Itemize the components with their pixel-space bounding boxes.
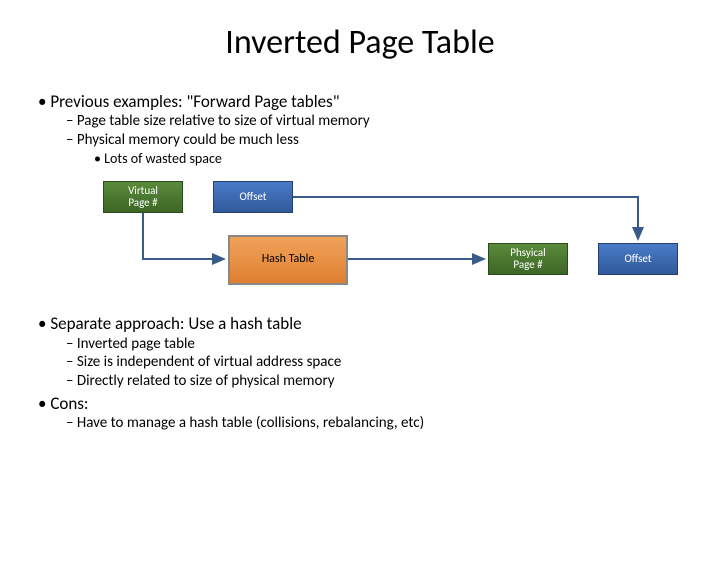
bullet-physical-related: Directly related to size of physical mem… [66,372,688,391]
box-offset-out: Offset [598,243,678,275]
diagram-container: Virtual Page # Offset Hash Table Phsyica… [38,173,688,303]
bullet-wasted-space: Lots of wasted space [94,150,688,168]
bullet-size-relative: Page table size relative to size of virt… [66,112,688,131]
slide-body: Previous examples: "Forward Page tables"… [0,91,720,433]
box-offset-in: Offset [213,181,293,213]
bullet-physical-less: Physical memory could be much less Lots … [66,131,688,167]
bullet-cons: Cons: Have to manage a hash table (colli… [38,393,688,433]
bullet-manage-hash: Have to manage a hash table (collisions,… [66,414,688,433]
slide-title: Inverted Page Table [0,22,720,63]
bullet-separate-approach: Separate approach: Use a hash table Inve… [38,313,688,391]
box-physical-page: Phsyical Page # [488,243,568,275]
box-hash-table: Hash Table [228,235,348,285]
bullet-forward-tables: Previous examples: "Forward Page tables"… [38,91,688,167]
bullet-inverted: Inverted page table [66,335,688,354]
bullet-size-independent: Size is independent of virtual address s… [66,353,688,372]
box-virtual-page: Virtual Page # [103,181,183,213]
